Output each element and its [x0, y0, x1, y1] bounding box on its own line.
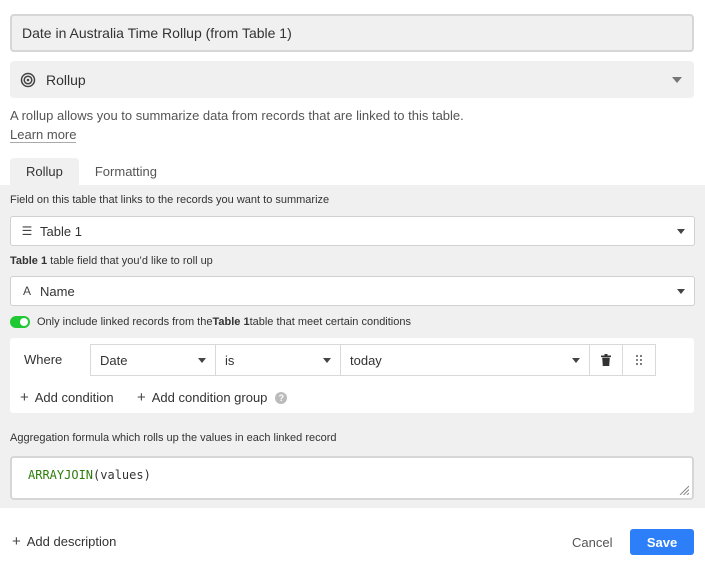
add-condition-button[interactable]: + Add condition	[20, 389, 114, 406]
where-label: Where	[24, 352, 63, 367]
aggregation-formula-input[interactable]: ARRAYJOIN(values)	[10, 456, 694, 500]
rollup-field-select[interactable]: A Name	[10, 276, 695, 306]
condition-field-value: Date	[100, 352, 128, 368]
conditions-prefix: Only include linked records from the	[37, 316, 213, 328]
chevron-down-icon	[677, 229, 685, 234]
add-condition-group-button[interactable]: + Add condition group ?	[137, 389, 288, 406]
field-name-input[interactable]: Date in Australia Time Rollup (from Tabl…	[10, 14, 694, 52]
tab-rollup[interactable]: Rollup	[10, 158, 79, 185]
condition-operator-value: is	[225, 352, 235, 368]
chevron-down-icon	[677, 289, 685, 294]
add-description-label: Add description	[26, 534, 117, 549]
cancel-button[interactable]: Cancel	[572, 535, 612, 550]
formula-function: ARRAYJOIN	[28, 468, 94, 482]
drag-handle-icon	[636, 355, 642, 365]
link-field-label: Field on this table that links to the re…	[10, 194, 330, 206]
rollup-field-label: Table 1 table field that you’d like to r…	[10, 255, 213, 267]
save-button[interactable]: Save	[630, 529, 694, 555]
plus-icon: +	[12, 533, 21, 550]
config-tabs: Rollup Formatting	[10, 158, 173, 185]
conditions-table: Table 1	[212, 316, 250, 328]
rollup-field-value: Name	[40, 283, 75, 299]
field-name-value: Date in Australia Time Rollup (from Tabl…	[22, 25, 292, 41]
conditions-toggle[interactable]	[10, 316, 30, 328]
condition-field-select[interactable]: Date	[90, 344, 216, 376]
resize-handle-icon[interactable]	[679, 485, 689, 495]
condition-value: today	[350, 352, 382, 368]
formula-args: (values)	[93, 468, 151, 482]
aggregation-label: Aggregation formula which rolls up the v…	[10, 432, 337, 444]
field-type-description: A rollup allows you to summarize data fr…	[10, 106, 470, 144]
plus-icon: +	[137, 389, 146, 406]
text-field-icon: A	[22, 284, 31, 298]
plus-icon: +	[20, 389, 29, 406]
link-field-value: Table 1	[40, 223, 82, 239]
rollup-spiral-icon	[20, 72, 36, 87]
conditions-toggle-row: Only include linked records from the Tab…	[10, 316, 411, 328]
drag-condition-handle[interactable]	[622, 344, 656, 376]
condition-value-select[interactable]: today	[340, 344, 590, 376]
tab-formatting[interactable]: Formatting	[79, 158, 173, 185]
trash-icon	[601, 354, 611, 366]
field-type-select[interactable]: Rollup	[10, 61, 694, 98]
field-type-label: Rollup	[46, 71, 86, 88]
linked-records-icon: ☰	[21, 224, 33, 238]
description-text: A rollup allows you to summarize data fr…	[10, 108, 464, 123]
chevron-down-icon	[672, 77, 682, 83]
add-condition-group-label: Add condition group	[151, 390, 268, 405]
conditions-suffix: table that meet certain conditions	[249, 316, 411, 328]
chevron-down-icon	[323, 358, 331, 363]
add-description-button[interactable]: + Add description	[12, 533, 116, 550]
link-field-select[interactable]: ☰ Table 1	[10, 216, 695, 246]
add-condition-label: Add condition	[34, 390, 114, 405]
rollup-field-table: Table 1	[10, 255, 48, 267]
help-icon[interactable]: ?	[275, 391, 288, 404]
chevron-down-icon	[198, 358, 206, 363]
chevron-down-icon	[572, 358, 580, 363]
delete-condition-button[interactable]	[589, 344, 623, 376]
rollup-field-label-rest: table field that you’d like to roll up	[47, 255, 213, 267]
condition-operator-select[interactable]: is	[215, 344, 341, 376]
learn-more-link[interactable]: Learn more	[10, 127, 77, 143]
